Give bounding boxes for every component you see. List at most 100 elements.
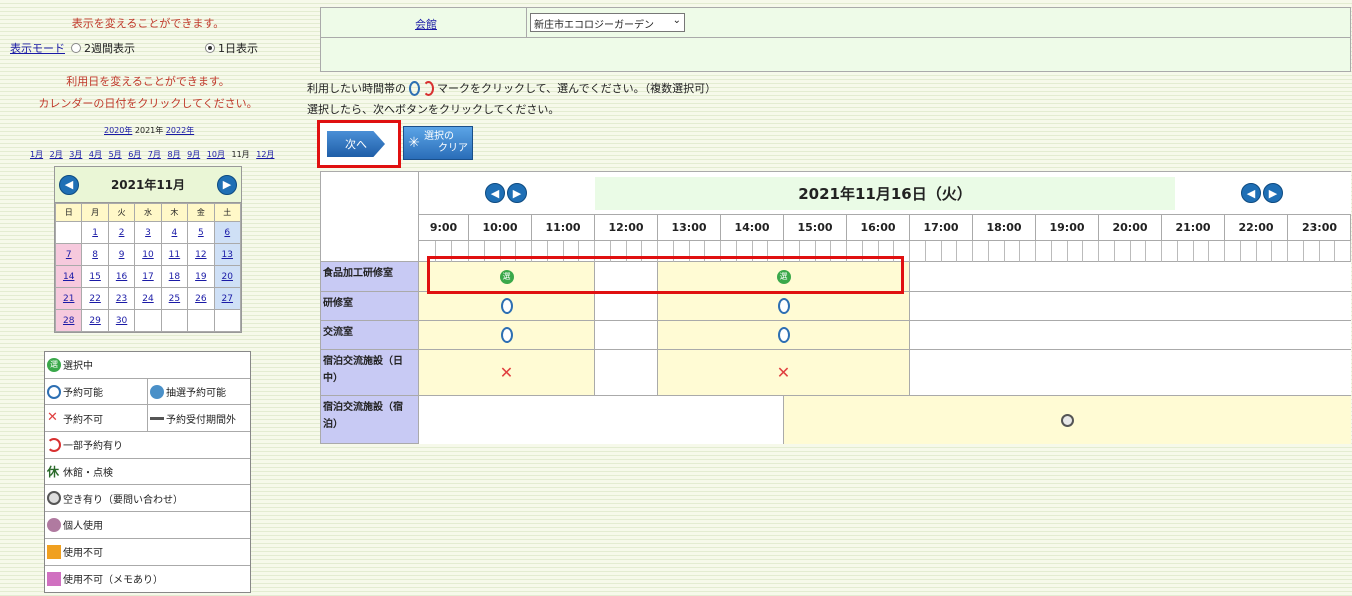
calendar-day[interactable]: 7 xyxy=(54,243,83,266)
prev-day-icon[interactable]: ◀ xyxy=(485,183,505,203)
month-link[interactable]: 6月 xyxy=(128,150,141,159)
slot-afternoon[interactable]: 選 xyxy=(658,262,910,292)
instruction-text: 利用したい時間帯の xyxy=(307,82,406,95)
legend-label: 予約不可 xyxy=(63,414,103,426)
prev-month-icon[interactable]: ◀ xyxy=(59,174,79,195)
prev-year-link[interactable]: 2020年 xyxy=(104,126,132,135)
calendar-day[interactable]: 14 xyxy=(54,265,83,288)
calendar-day[interactable]: 4 xyxy=(160,221,189,244)
quarter-hour-cell xyxy=(862,241,879,262)
month-link[interactable]: 10月 xyxy=(207,150,225,159)
next-month-icon[interactable]: ▶ xyxy=(216,174,237,195)
calendar-day[interactable]: 15 xyxy=(81,265,109,288)
lottery-icon xyxy=(150,384,164,399)
calendar-day[interactable]: 10 xyxy=(134,243,162,266)
quarter-hour-cell xyxy=(547,241,564,262)
calendar-day[interactable]: 25 xyxy=(160,287,189,310)
calendar-day[interactable]: 30 xyxy=(107,309,136,332)
month-link[interactable]: 7月 xyxy=(148,150,161,159)
quarter-hour-cell xyxy=(579,241,595,262)
month-link[interactable]: 1月 xyxy=(30,150,43,159)
month-link[interactable]: 12月 xyxy=(256,150,274,159)
facility-link[interactable]: 会館 xyxy=(415,16,437,32)
calendar-day[interactable]: 20 xyxy=(213,265,242,288)
quarter-hour-cell xyxy=(1114,241,1131,262)
display-mode-link[interactable]: 表示モード xyxy=(10,40,65,56)
month-link[interactable]: 2月 xyxy=(50,150,63,159)
quarter-hour-cell xyxy=(721,241,737,262)
slot-overnight[interactable] xyxy=(784,396,1351,444)
dow-cell: 金 xyxy=(187,203,215,222)
calendar-grid: 日 月 火 水 木 金 土 1 2 3 4 5 6 7 8 9 10 11 12… xyxy=(54,203,242,332)
available-mark-icon xyxy=(409,80,420,96)
date-header: ◀ ▶ 2021年11月16日（火） ◀ ▶ xyxy=(419,172,1351,215)
current-month: 11月 xyxy=(231,150,250,159)
calendar-day[interactable]: 9 xyxy=(107,243,136,266)
quarter-hour-cell xyxy=(532,241,548,262)
month-link[interactable]: 3月 xyxy=(69,150,82,159)
quarter-hour-cell xyxy=(941,241,958,262)
calendar-day[interactable]: 11 xyxy=(160,243,189,266)
calendar-note: カレンダーの日付をクリックしてください。 xyxy=(38,97,258,110)
slot-afternoon[interactable] xyxy=(658,321,910,350)
next-day-icon[interactable]: ▶ xyxy=(507,183,527,203)
calendar-day xyxy=(54,221,83,244)
calendar-day[interactable]: 8 xyxy=(81,243,109,266)
month-link[interactable]: 9月 xyxy=(187,150,200,159)
calendar-day[interactable]: 3 xyxy=(134,221,162,244)
calendar-day[interactable]: 29 xyxy=(81,309,109,332)
facility-select[interactable]: 新庄市エコロジーガーデン ⌄ xyxy=(530,13,685,32)
next-year-link[interactable]: 2022年 xyxy=(166,126,194,135)
calendar-day xyxy=(160,309,189,332)
quarter-hour-cell xyxy=(1036,241,1052,262)
next-day-icon[interactable]: ▶ xyxy=(1263,183,1283,203)
next-button[interactable]: 次へ xyxy=(327,131,385,157)
quarter-hour-cell xyxy=(910,241,926,262)
quarter-hour-cell xyxy=(1099,241,1115,262)
quarter-hour-cell xyxy=(1162,241,1178,262)
quarter-hour-cell xyxy=(1225,241,1241,262)
partial-mark-icon xyxy=(423,80,434,96)
slot-morning[interactable] xyxy=(419,292,595,321)
calendar-day[interactable]: 2 xyxy=(107,221,136,244)
calendar-day[interactable]: 19 xyxy=(187,265,215,288)
calendar-day[interactable]: 16 xyxy=(107,265,136,288)
quarter-hour-cell xyxy=(1004,241,1021,262)
calendar-day[interactable]: 5 xyxy=(187,221,215,244)
calendar-day[interactable]: 21 xyxy=(54,287,83,310)
calendar-day[interactable]: 13 xyxy=(213,243,242,266)
slot-evening xyxy=(910,350,1351,396)
calendar-day[interactable]: 28 xyxy=(54,309,83,332)
legend-label: 抽選予約可能 xyxy=(166,388,226,400)
hour-header: 17:00 xyxy=(910,215,973,241)
year-nav: 2020年 2021年 2022年 xyxy=(104,125,194,136)
unavailable-icon: ✕ xyxy=(499,363,514,382)
calendar-day[interactable]: 22 xyxy=(81,287,109,310)
calendar-day[interactable]: 24 xyxy=(134,287,162,310)
one-day-radio[interactable] xyxy=(205,43,215,53)
calendar-day[interactable]: 12 xyxy=(187,243,215,266)
room-label: 宿泊交流施設（宿泊） xyxy=(321,396,419,444)
prev-day-icon[interactable]: ◀ xyxy=(1241,183,1261,203)
calendar-day[interactable]: 18 xyxy=(160,265,189,288)
calendar-day[interactable]: 17 xyxy=(134,265,162,288)
slot-noon xyxy=(595,350,658,396)
calendar-day[interactable]: 6 xyxy=(213,221,242,244)
quarter-hour-cell xyxy=(847,241,863,262)
calendar-day[interactable]: 26 xyxy=(187,287,215,310)
calendar-day[interactable]: 27 xyxy=(213,287,242,310)
legend-label: 個人使用 xyxy=(63,521,103,533)
two-week-radio[interactable] xyxy=(71,43,81,53)
calendar-day[interactable]: 1 xyxy=(81,221,109,244)
slot-morning[interactable]: 選 xyxy=(419,262,595,292)
slot-morning[interactable] xyxy=(419,321,595,350)
month-link[interactable]: 8月 xyxy=(167,150,180,159)
month-link[interactable]: 4月 xyxy=(89,150,102,159)
quarter-hour-cell xyxy=(1177,241,1194,262)
calendar-header: ◀ 2021年11月 ▶ xyxy=(55,167,241,203)
clear-selection-button[interactable]: ✳ 選択の クリア xyxy=(403,126,473,160)
slot-afternoon[interactable] xyxy=(658,292,910,321)
month-link[interactable]: 5月 xyxy=(109,150,122,159)
calendar-day[interactable]: 23 xyxy=(107,287,136,310)
room-label: 交流室 xyxy=(321,321,419,350)
